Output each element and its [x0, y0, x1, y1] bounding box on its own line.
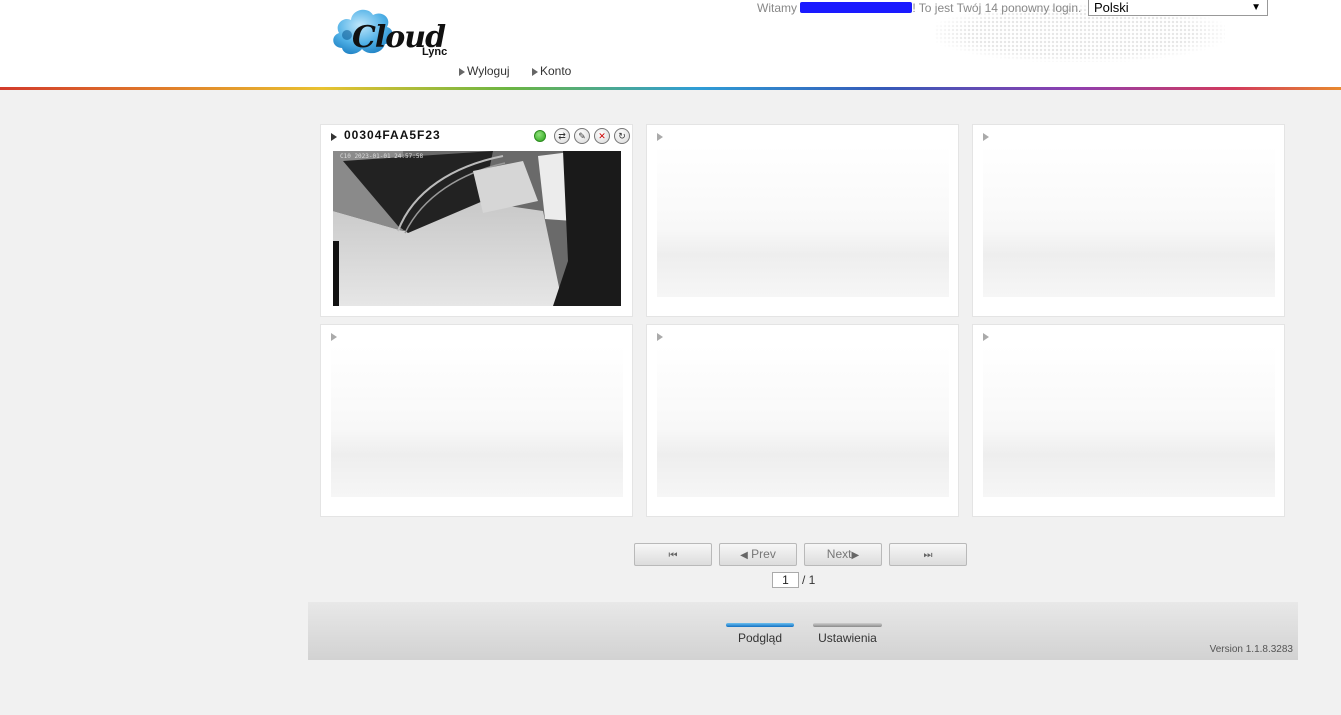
language-selected: Polski — [1094, 0, 1129, 15]
camera-tile[interactable]: 00304FAA5F23 ⇄ ✎ ✕ ↻ C10 2023-01-01 24:5… — [320, 124, 633, 317]
tab-preview[interactable]: Podgląd — [726, 623, 794, 645]
tab-indicator — [726, 623, 794, 627]
welcome-prefix: Witamy — [757, 1, 797, 15]
page-number-input[interactable]: 1 — [772, 572, 799, 588]
refresh-icon[interactable]: ↻ — [614, 128, 630, 144]
tile-placeholder — [331, 345, 623, 497]
empty-camera-tile — [972, 324, 1285, 517]
tile-placeholder — [657, 345, 949, 497]
redacted-email — [800, 2, 913, 13]
tab-settings[interactable]: Ustawienia — [813, 623, 882, 645]
next-page-button[interactable]: Next▶ — [804, 543, 882, 566]
account-link[interactable]: Konto — [532, 64, 571, 78]
prev-page-button[interactable]: ◀ Prev — [719, 543, 797, 566]
dropdown-arrow-icon: ▼ — [1251, 2, 1261, 13]
language-select[interactable]: Polski ▼ — [1088, 0, 1268, 16]
tab-preview-label: Podgląd — [737, 631, 783, 645]
triangle-right-icon — [983, 133, 989, 141]
camera-toolbar: ⇄ ✎ ✕ ↻ — [534, 128, 630, 144]
camera-feed-scene — [333, 151, 621, 306]
triangle-right-icon — [532, 68, 538, 76]
triangle-right-icon: ▶ — [851, 550, 860, 561]
triangle-right-icon — [331, 133, 337, 141]
welcome-suffix: ! To jest Twój 14 ponowny login. — [912, 1, 1082, 15]
empty-camera-tile — [646, 324, 959, 517]
header: Cloud Lync Wyloguj Konto Witamy ! To jes… — [0, 0, 1341, 88]
triangle-left-icon: ◀ — [740, 550, 748, 561]
page-total: / 1 — [802, 573, 816, 587]
logo-sub: Lync — [422, 46, 448, 58]
triangle-right-icon — [459, 68, 465, 76]
tab-indicator — [813, 623, 882, 627]
logout-link[interactable]: Wyloguj — [459, 64, 510, 78]
triangle-right-icon — [657, 333, 663, 341]
tile-placeholder — [983, 145, 1275, 297]
account-label: Konto — [540, 64, 572, 78]
triangle-right-icon — [331, 333, 337, 341]
camera-feed-image[interactable]: C10 2023-01-01 24:57:58 — [333, 151, 621, 306]
first-page-icon: ⏮ — [668, 550, 678, 561]
logout-label: Wyloguj — [467, 64, 510, 78]
last-page-icon: ⏭ — [923, 550, 933, 561]
feed-timestamp: C10 2023-01-01 24:57:58 — [340, 153, 424, 160]
empty-camera-tile — [646, 124, 959, 317]
settings-wrench-icon[interactable]: ✎ — [574, 128, 590, 144]
status-led-icon — [534, 130, 546, 142]
tile-placeholder — [657, 145, 949, 297]
empty-camera-tile — [972, 124, 1285, 317]
snapshot-icon[interactable]: ⇄ — [554, 128, 570, 144]
next-label: Next — [826, 547, 852, 561]
first-page-button[interactable]: ⏮ — [634, 543, 712, 566]
empty-camera-tile — [320, 324, 633, 517]
prev-label: Prev — [751, 547, 776, 561]
tile-placeholder — [983, 345, 1275, 497]
cloudlync-logo[interactable]: Cloud Lync — [330, 4, 460, 60]
last-page-button[interactable]: ⏭ — [889, 543, 967, 566]
tab-settings-label: Ustawienia — [818, 631, 877, 645]
mute-icon[interactable]: ✕ — [594, 128, 610, 144]
camera-id: 00304FAA5F23 — [344, 128, 441, 142]
welcome-message: Witamy ! To jest Twój 14 ponowny login. — [757, 1, 1081, 15]
rainbow-divider — [0, 87, 1341, 90]
triangle-right-icon — [657, 133, 663, 141]
footer-bar: Podgląd Ustawienia Version 1.1.8.3283 — [308, 602, 1298, 660]
version-text: Version 1.1.8.3283 — [1209, 644, 1293, 655]
triangle-right-icon — [983, 333, 989, 341]
